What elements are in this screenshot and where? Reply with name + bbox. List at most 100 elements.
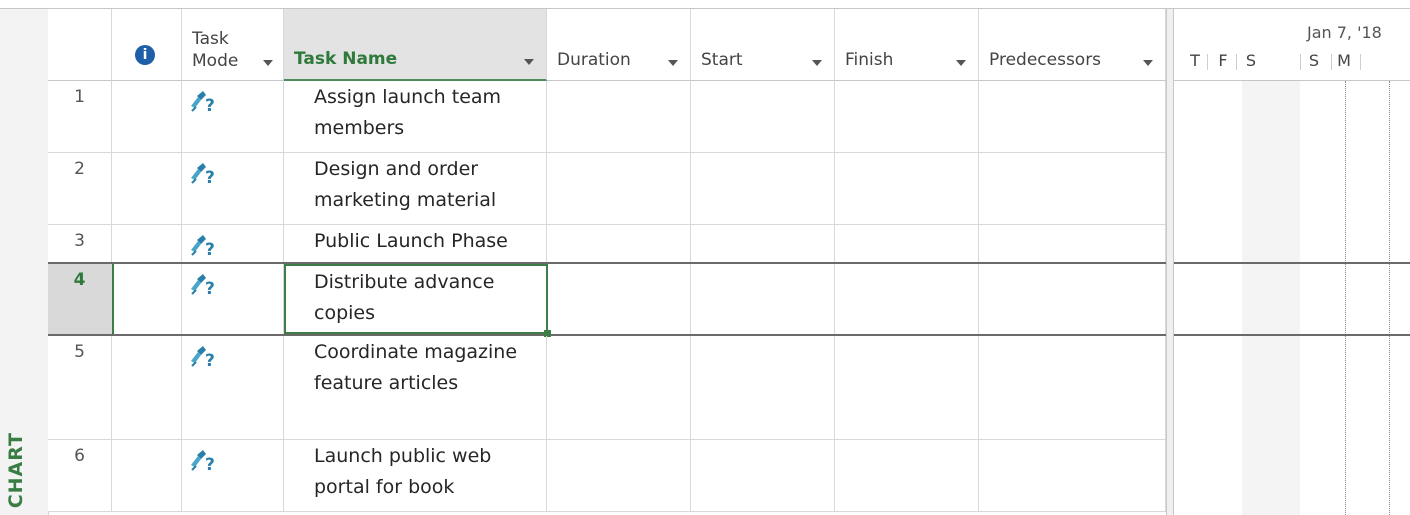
finish-cell[interactable] <box>835 225 979 262</box>
info-icon: i <box>135 45 155 65</box>
task-row[interactable]: 1 ? Assign launch team members <box>48 81 1166 153</box>
predecessors-cell[interactable] <box>979 225 1166 262</box>
nonworking-time-shading <box>1242 81 1300 515</box>
gantt-chart-pane[interactable]: Jan 7, '18 T F S S M <box>1174 9 1410 515</box>
task-mode-cell[interactable]: ? <box>182 153 284 224</box>
task-mode-cell[interactable]: ? <box>182 81 284 152</box>
row-number[interactable]: 1 <box>48 81 112 152</box>
chevron-down-icon[interactable] <box>668 60 678 66</box>
chevron-down-icon[interactable] <box>263 60 273 66</box>
predecessors-cell[interactable] <box>979 440 1166 511</box>
indicator-cell[interactable] <box>112 336 182 439</box>
indicator-cell[interactable] <box>112 225 182 262</box>
row-number[interactable]: 5 <box>48 336 112 439</box>
finish-cell[interactable] <box>835 153 979 224</box>
task-name-cell[interactable]: Design and order marketing material <box>284 153 547 224</box>
chevron-down-icon[interactable] <box>956 60 966 66</box>
finish-cell[interactable] <box>835 81 979 152</box>
column-header-predecessors[interactable]: Predecessors <box>979 9 1166 81</box>
manually-scheduled-icon: ? <box>191 163 215 186</box>
indicator-cell[interactable] <box>112 440 182 511</box>
column-header-duration[interactable]: Duration <box>547 9 691 81</box>
task-name-cell[interactable]: Public Launch Phase <box>284 225 547 262</box>
manually-scheduled-icon: ? <box>191 235 215 258</box>
start-cell[interactable] <box>691 336 835 439</box>
column-header-indicators[interactable]: i <box>112 9 182 81</box>
task-row[interactable]: 2 ? Design and order marketing material <box>48 153 1166 225</box>
task-row-selected[interactable]: 4 ? Distribute advance copies <box>48 262 1166 337</box>
column-header-finish[interactable]: Finish <box>835 9 979 81</box>
task-mode-cell[interactable]: ? <box>182 336 284 439</box>
task-mode-cell[interactable]: ? <box>182 440 284 511</box>
start-cell[interactable] <box>691 440 835 511</box>
column-header-start[interactable]: Start <box>691 9 835 81</box>
start-cell[interactable] <box>691 264 835 334</box>
finish-cell[interactable] <box>835 440 979 511</box>
duration-cell[interactable] <box>547 440 691 511</box>
svg-text:?: ? <box>205 96 215 114</box>
column-header-task-mode[interactable]: Task Mode <box>182 9 284 81</box>
timescale-day: S <box>1308 51 1320 70</box>
timescale-day: M <box>1337 51 1351 70</box>
task-name-cell[interactable]: Launch public web portal for book <box>284 440 547 511</box>
indicator-cell[interactable] <box>112 153 182 224</box>
pane-splitter[interactable] <box>1166 9 1174 515</box>
manually-scheduled-icon: ? <box>191 450 215 473</box>
indicator-cell[interactable] <box>112 81 182 152</box>
duration-cell[interactable] <box>547 153 691 224</box>
task-row[interactable]: 5 ? Coordinate magazine feature articles <box>48 336 1166 440</box>
predecessors-cell[interactable] <box>979 264 1166 334</box>
duration-cell[interactable] <box>547 336 691 439</box>
start-cell[interactable] <box>691 153 835 224</box>
duration-label: Duration <box>557 50 631 70</box>
start-label: Start <box>701 50 743 70</box>
timescale-tick <box>1236 54 1237 70</box>
view-bar[interactable]: T CHART <box>0 9 49 515</box>
predecessors-label: Predecessors <box>989 50 1102 70</box>
chevron-down-icon[interactable] <box>524 59 534 65</box>
svg-text:?: ? <box>205 351 215 369</box>
timescale-tick <box>1331 54 1332 70</box>
task-row[interactable]: 6 ? Launch public web portal for book <box>48 440 1166 512</box>
timescale-day: F <box>1218 51 1228 70</box>
manually-scheduled-icon: ? <box>191 274 215 297</box>
svg-text:?: ? <box>205 455 215 473</box>
gridline <box>1389 81 1390 515</box>
finish-cell[interactable] <box>835 336 979 439</box>
duration-cell[interactable] <box>547 81 691 152</box>
task-sheet: i Task Mode Task Name Duration Start Fin… <box>48 9 1166 515</box>
row-number[interactable]: 2 <box>48 153 112 224</box>
timescale-divider <box>1174 80 1410 81</box>
row-number[interactable]: 6 <box>48 440 112 511</box>
timescale-tick <box>1207 54 1208 70</box>
task-name-cell[interactable]: Coordinate magazine feature articles <box>284 336 547 439</box>
task-mode-label: Task Mode <box>192 29 239 71</box>
start-cell[interactable] <box>691 81 835 152</box>
predecessors-cell[interactable] <box>979 336 1166 439</box>
task-mode-cell[interactable]: ? <box>182 225 284 262</box>
duration-cell[interactable] <box>548 264 691 334</box>
timescale-tick <box>1300 54 1301 70</box>
predecessors-cell[interactable] <box>979 153 1166 224</box>
column-header-task-name[interactable]: Task Name <box>284 9 547 81</box>
selected-row-top-line <box>1174 262 1410 264</box>
task-name-cell[interactable]: Assign launch team members <box>284 81 547 152</box>
chevron-down-icon[interactable] <box>812 60 822 66</box>
finish-cell[interactable] <box>835 264 979 334</box>
row-number[interactable]: 3 <box>48 225 112 262</box>
finish-label: Finish <box>845 50 894 70</box>
predecessors-cell[interactable] <box>979 81 1166 152</box>
start-cell[interactable] <box>691 225 835 262</box>
task-name-cell-active[interactable]: Distribute advance copies <box>284 264 551 337</box>
view-bar-label: T CHART <box>5 432 27 515</box>
timescale-day: T <box>1190 51 1200 70</box>
task-name-text: Distribute advance copies <box>314 271 495 324</box>
duration-cell[interactable] <box>547 225 691 262</box>
task-mode-cell[interactable]: ? <box>182 264 284 334</box>
row-number[interactable]: 4 <box>48 264 112 334</box>
chevron-down-icon[interactable] <box>1143 60 1153 66</box>
select-all-corner[interactable] <box>48 9 112 81</box>
indicator-cell[interactable] <box>112 264 182 334</box>
current-date-line <box>1345 81 1346 515</box>
task-row[interactable]: 3 ? Public Launch Phase <box>48 225 1166 263</box>
